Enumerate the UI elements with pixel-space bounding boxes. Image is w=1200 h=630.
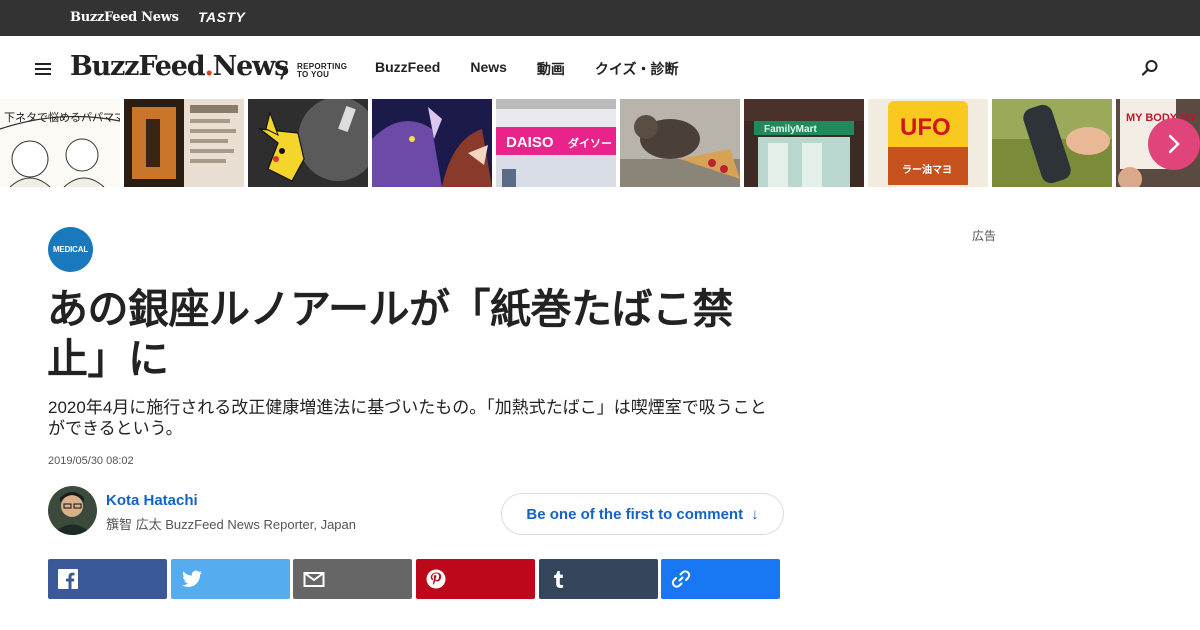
thumb-5-text: DAISO bbox=[506, 134, 554, 151]
thumb-1-text: 下ネタで悩めるパパママ教室 bbox=[4, 110, 120, 124]
article-title: あの銀座ルノアールが「紙巻たばこ禁止」に bbox=[47, 286, 734, 382]
thumb-8-text: UFO bbox=[900, 114, 951, 141]
trending-thumb-7[interactable]: FamilyMart bbox=[744, 99, 864, 187]
article-subtitle: 2020年4月に施行される改正健康増進法に基づいたもの。「加熱式たばこ」は喫煙室… bbox=[48, 398, 767, 438]
author-name[interactable]: Kota Hatachi bbox=[106, 492, 198, 509]
twitter-icon bbox=[182, 570, 202, 587]
main-nav: BuzzFeed News 動画 クイズ・診断 bbox=[375, 59, 709, 79]
comment-button[interactable]: Be one of the first to comment ↓ bbox=[501, 493, 784, 535]
trending-thumb-6[interactable] bbox=[620, 99, 740, 187]
trending-thumb-5[interactable]: DAISO ダイソー bbox=[496, 99, 616, 187]
trending-next-button[interactable] bbox=[1148, 118, 1200, 170]
site-header: BuzzFeed.News / REPORTING TO YOU BuzzFee… bbox=[0, 36, 1200, 99]
buzzfeed-news-logo[interactable]: BuzzFeed.News bbox=[70, 51, 290, 82]
trending-thumb-9[interactable] bbox=[992, 99, 1112, 187]
nav-quizzes[interactable]: クイズ・診断 bbox=[595, 59, 679, 79]
buzzfeed-news-network-link[interactable]: BuzzFeed News bbox=[70, 10, 179, 25]
trending-thumb-4[interactable] bbox=[372, 99, 492, 187]
tumblr-icon bbox=[554, 571, 564, 588]
share-copy-link-button[interactable] bbox=[661, 559, 780, 599]
logo-news: News bbox=[212, 51, 290, 82]
trending-thumb-3[interactable] bbox=[248, 99, 368, 187]
trending-thumb-2[interactable] bbox=[124, 99, 244, 187]
thumb-7-text: FamilyMart bbox=[764, 124, 817, 135]
thumb-8-sub: ラー油マヨ bbox=[902, 163, 952, 176]
trending-strip: 下ネタで悩めるパパママ教室 bbox=[0, 99, 1200, 187]
share-tumblr-button[interactable] bbox=[539, 559, 658, 599]
tagline: REPORTING TO YOU bbox=[297, 63, 347, 79]
chevron-right-icon bbox=[1168, 134, 1180, 154]
share-facebook-button[interactable] bbox=[48, 559, 167, 599]
email-icon bbox=[303, 572, 325, 587]
search-icon[interactable] bbox=[1141, 59, 1159, 77]
tasty-network-link[interactable]: TASTY bbox=[198, 9, 245, 25]
facebook-icon bbox=[58, 569, 78, 589]
thumb-5-sub: ダイソー bbox=[568, 136, 612, 150]
trending-thumb-8[interactable]: UFO ラー油マヨ bbox=[868, 99, 988, 187]
tagline-line-2: TO YOU bbox=[297, 70, 330, 79]
network-bar: BuzzFeed News TASTY bbox=[0, 0, 1200, 36]
logo-dot: . bbox=[204, 51, 213, 82]
author-role: 籏智 広太 BuzzFeed News Reporter, Japan bbox=[106, 517, 356, 532]
link-icon bbox=[671, 570, 691, 588]
menu-icon[interactable] bbox=[35, 63, 51, 75]
pinterest-icon bbox=[426, 569, 446, 589]
nav-news[interactable]: News bbox=[470, 59, 507, 79]
ad-label: 広告 bbox=[972, 229, 997, 243]
author-avatar[interactable] bbox=[48, 486, 97, 535]
nav-videos[interactable]: 動画 bbox=[537, 59, 565, 79]
share-twitter-button[interactable] bbox=[171, 559, 290, 599]
category-badge[interactable]: MEDICAL bbox=[48, 227, 93, 272]
nav-buzzfeed[interactable]: BuzzFeed bbox=[375, 59, 440, 79]
share-email-button[interactable] bbox=[293, 559, 412, 599]
logo-buzzfeed: BuzzFeed bbox=[70, 51, 206, 82]
share-pinterest-button[interactable] bbox=[416, 559, 535, 599]
trending-thumb-1[interactable]: 下ネタで悩めるパパママ教室 bbox=[0, 99, 120, 187]
arrow-down-icon: ↓ bbox=[751, 505, 759, 523]
article-timestamp: 2019/05/30 08:02 bbox=[48, 455, 134, 467]
comment-button-label: Be one of the first to comment bbox=[526, 505, 744, 523]
